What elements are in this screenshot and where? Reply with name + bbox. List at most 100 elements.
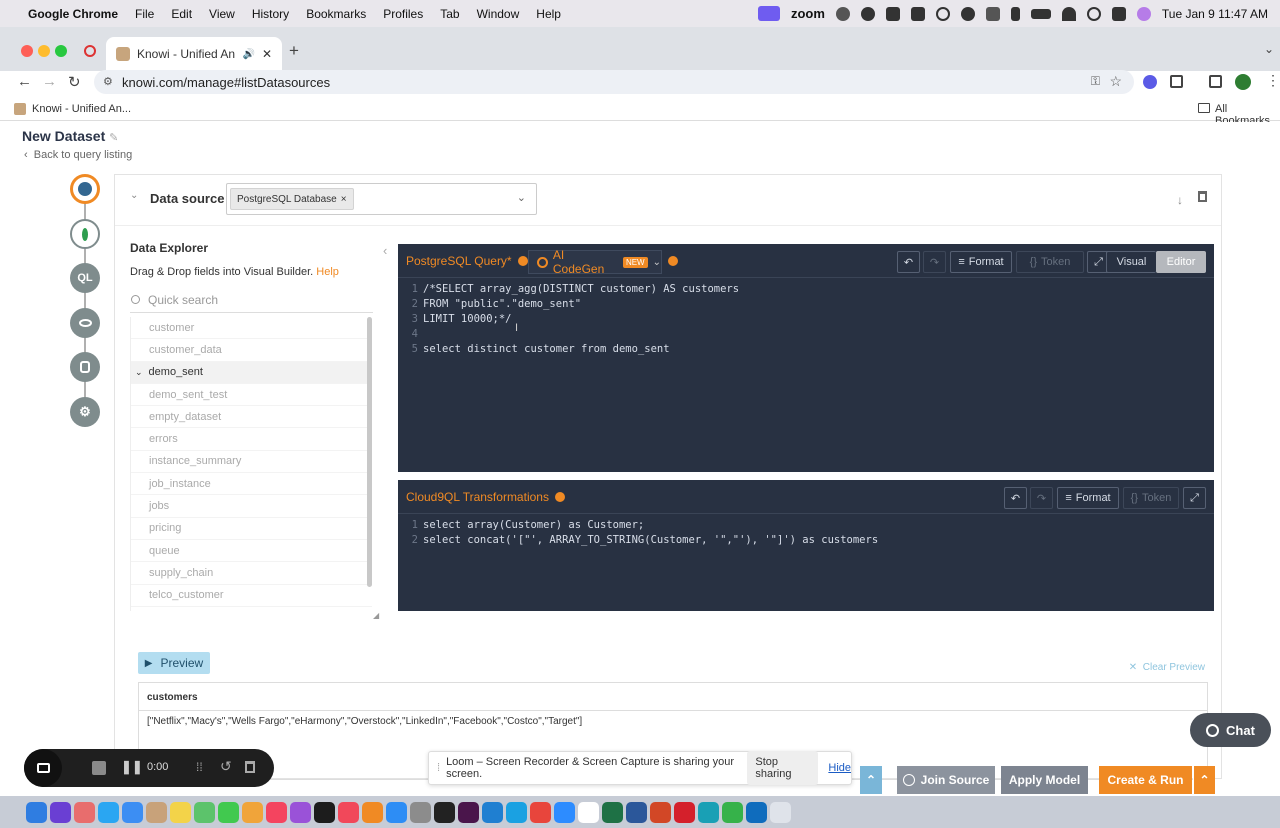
music-icon[interactable] <box>266 801 287 823</box>
audio-icon[interactable]: 🔊 <box>242 49 254 60</box>
volume-icon[interactable] <box>985 6 1000 21</box>
format-button[interactable]: ≡ Format <box>950 251 1012 273</box>
table-item-telco-customer[interactable]: telco_customer <box>131 585 372 607</box>
chrome-icon[interactable] <box>530 801 551 823</box>
table-item-customer-data[interactable]: customer_data <box>131 339 372 362</box>
column-header[interactable]: customers <box>139 683 1207 711</box>
table-item-instance-summary[interactable]: instance_summary <box>131 451 372 474</box>
undo-button[interactable]: ↶ <box>897 251 920 273</box>
trash-icon[interactable] <box>245 761 255 773</box>
visual-tab[interactable]: Visual <box>1106 251 1156 273</box>
fullscreen-button[interactable]: ⤢ <box>1183 487 1206 509</box>
news-icon[interactable] <box>338 801 359 823</box>
menu-history[interactable]: History <box>252 7 289 21</box>
vscode-icon[interactable] <box>482 801 503 823</box>
photos-icon[interactable] <box>242 801 263 823</box>
create-run-options-button[interactable]: ⌃ <box>1193 766 1215 794</box>
collapse-chevron-icon[interactable]: ⌄ <box>130 190 138 201</box>
table-item-supply-chain[interactable]: supply_chain <box>131 562 372 585</box>
redo-button[interactable]: ↷ <box>923 251 946 273</box>
chat-button[interactable]: Chat <box>1190 713 1271 747</box>
control-center-icon[interactable] <box>1111 6 1126 21</box>
format-button[interactable]: ≡ Format <box>1057 487 1119 509</box>
zoom-icon[interactable] <box>554 801 575 823</box>
table-item-queue[interactable]: queue <box>131 540 372 563</box>
airdrop-icon[interactable] <box>935 6 950 21</box>
skype-icon[interactable] <box>506 801 527 823</box>
hide-link[interactable]: Hide <box>828 762 851 774</box>
editor-tab[interactable]: Editor <box>1156 251 1206 273</box>
search-icon[interactable] <box>1086 6 1101 21</box>
drawing-grid-icon[interactable]: ⁞⁞ <box>196 760 203 774</box>
menu-tab[interactable]: Tab <box>440 7 459 21</box>
quick-search-input[interactable]: Quick search <box>130 287 373 313</box>
dropdown-chevron-icon[interactable]: ⌄ <box>517 191 526 204</box>
mail-icon[interactable] <box>122 801 143 823</box>
table-item-jobs[interactable]: jobs <box>131 495 372 518</box>
outlook-icon[interactable] <box>746 801 767 823</box>
table-item-pricing[interactable]: pricing <box>131 518 372 540</box>
drag-handle-icon[interactable]: ⁞ <box>437 762 440 774</box>
restart-icon[interactable]: ↺ <box>220 758 232 775</box>
word-icon[interactable] <box>626 801 647 823</box>
table-item-demo-sent-test[interactable]: demo_sent_test <box>131 384 372 407</box>
acrobat-icon[interactable] <box>674 801 695 823</box>
stop-sharing-button[interactable]: Stop sharing <box>747 751 819 785</box>
terminal-icon[interactable] <box>434 801 455 823</box>
forward-icon[interactable]: → <box>42 73 57 90</box>
download-arrow-icon[interactable]: ↓ <box>1177 193 1183 207</box>
trash-icon[interactable] <box>1198 191 1207 202</box>
contacts-icon[interactable] <box>146 801 167 823</box>
app-store-icon[interactable] <box>386 801 407 823</box>
window-close-button[interactable] <box>21 45 33 57</box>
menu-window[interactable]: Window <box>477 7 520 21</box>
maps-icon[interactable] <box>194 801 215 823</box>
back-link[interactable]: ‹ Back to query listing <box>24 149 132 161</box>
reload-icon[interactable]: ↻ <box>68 73 81 91</box>
notes-icon[interactable] <box>170 801 191 823</box>
stop-recording-button[interactable] <box>92 761 106 775</box>
token-button[interactable]: {} Token <box>1016 251 1084 273</box>
podcasts-icon[interactable] <box>290 801 311 823</box>
edit-pencil-icon[interactable]: ✎ <box>109 132 118 144</box>
extension-icon[interactable] <box>1143 75 1157 89</box>
settings-icon[interactable] <box>410 801 431 823</box>
step-settings[interactable]: ⚙ <box>70 397 100 427</box>
menu-help[interactable]: Help <box>536 7 561 21</box>
step-mongodb[interactable] <box>70 219 100 249</box>
apply-model-button[interactable]: Apply Model <box>1001 766 1088 794</box>
table-list-scrollbar[interactable] <box>367 317 372 587</box>
window-maximize-button[interactable] <box>55 45 67 57</box>
pause-icon[interactable]: ❚❚ <box>121 759 143 775</box>
menu-edit[interactable]: Edit <box>171 7 192 21</box>
undo-button[interactable]: ↶ <box>1004 487 1027 509</box>
excel-icon[interactable] <box>602 801 623 823</box>
bluetooth-icon[interactable] <box>1010 6 1020 21</box>
redo-button[interactable]: ↷ <box>1030 487 1053 509</box>
app-status-icon[interactable] <box>910 6 925 21</box>
check-icon[interactable] <box>885 6 900 21</box>
siri-dock-icon[interactable] <box>50 801 71 823</box>
menu-file[interactable]: File <box>135 7 154 21</box>
menu-profiles[interactable]: Profiles <box>383 7 423 21</box>
back-link-text[interactable]: Back to query listing <box>34 149 132 161</box>
step-storage[interactable] <box>70 352 100 382</box>
step-query-language[interactable]: QL <box>70 263 100 293</box>
edge-icon[interactable] <box>698 801 719 823</box>
trash-dock-icon[interactable] <box>770 801 791 823</box>
moon-icon[interactable] <box>960 6 975 21</box>
collapse-explorer-icon[interactable]: ‹ <box>383 243 387 258</box>
messages-icon[interactable] <box>218 801 239 823</box>
launchpad-icon[interactable] <box>74 801 95 823</box>
address-bar[interactable]: ⚙ knowi.com/manage#listDatasources ⚿ ☆ <box>94 70 1134 94</box>
zoom-status[interactable]: zoom <box>791 6 825 21</box>
password-key-icon[interactable]: ⚿ <box>1091 74 1100 89</box>
table-item-customer[interactable]: customer <box>131 317 372 340</box>
site-info-icon[interactable]: ⚙ <box>103 75 113 88</box>
finder-icon[interactable] <box>26 801 47 823</box>
side-panel-icon[interactable] <box>1209 75 1222 88</box>
chrome-menu-icon[interactable]: ⋮ <box>1266 72 1280 89</box>
help-circle-icon[interactable] <box>555 492 566 502</box>
bookmark-star-icon[interactable]: ☆ <box>1109 73 1122 90</box>
powerpoint-icon[interactable] <box>650 801 671 823</box>
